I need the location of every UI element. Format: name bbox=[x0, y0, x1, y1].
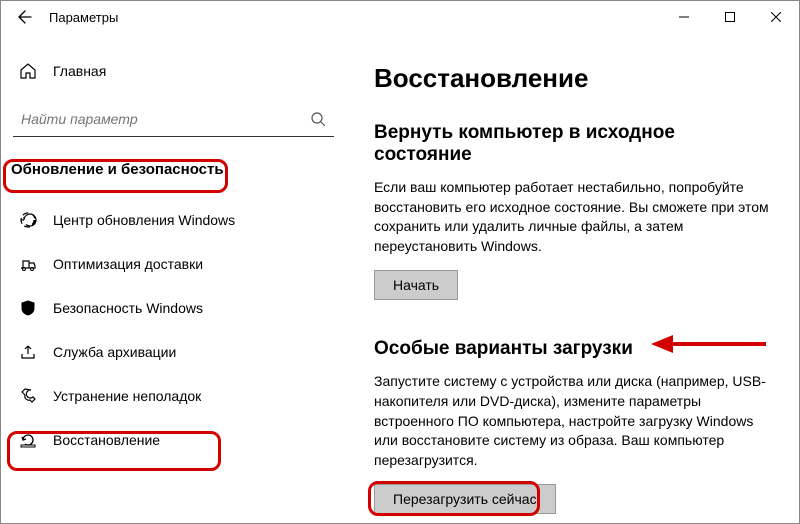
maximize-icon bbox=[725, 12, 735, 22]
sidebar-item-label: Устранение неполадок bbox=[53, 388, 201, 404]
main-panel: Восстановление Вернуть компьютер в исход… bbox=[346, 33, 799, 523]
shield-icon bbox=[19, 299, 37, 317]
window-title: Параметры bbox=[49, 10, 118, 25]
back-button[interactable] bbox=[13, 5, 37, 29]
sidebar-category[interactable]: Обновление и безопасность bbox=[1, 151, 346, 188]
sidebar-item-label: Восстановление bbox=[53, 432, 160, 448]
sidebar-home-label: Главная bbox=[53, 63, 106, 79]
sidebar-item-windows-update[interactable]: Центр обновления Windows bbox=[1, 198, 346, 242]
update-icon bbox=[19, 211, 37, 229]
minimize-button[interactable] bbox=[661, 1, 707, 33]
back-arrow-icon bbox=[17, 9, 33, 25]
section-advanced-body: Запустите систему с устройства или диска… bbox=[374, 372, 771, 470]
sidebar-home[interactable]: Главная bbox=[1, 51, 346, 91]
maximize-button[interactable] bbox=[707, 1, 753, 33]
sidebar-item-delivery-optimization[interactable]: Оптимизация доставки bbox=[1, 242, 346, 286]
page-title: Восстановление bbox=[374, 63, 771, 94]
titlebar: Параметры bbox=[1, 1, 799, 33]
section-reset-heading: Вернуть компьютер в исходное состояние bbox=[374, 122, 771, 166]
home-icon bbox=[19, 62, 37, 80]
window-controls bbox=[661, 1, 799, 33]
sidebar-item-backup[interactable]: Служба архивации bbox=[1, 330, 346, 374]
section-reset-body: Если ваш компьютер работает нестабильно,… bbox=[374, 178, 771, 256]
troubleshoot-icon bbox=[19, 387, 37, 405]
restart-now-button[interactable]: Перезагрузить сейчас bbox=[374, 484, 556, 514]
delivery-icon bbox=[19, 255, 37, 273]
sidebar-item-label: Оптимизация доставки bbox=[53, 256, 203, 272]
reset-start-button[interactable]: Начать bbox=[374, 270, 458, 300]
recovery-icon bbox=[19, 431, 37, 449]
sidebar-item-windows-security[interactable]: Безопасность Windows bbox=[1, 286, 346, 330]
sidebar-item-label: Центр обновления Windows bbox=[53, 212, 235, 228]
close-icon bbox=[771, 12, 781, 22]
close-button[interactable] bbox=[753, 1, 799, 33]
search-box[interactable] bbox=[13, 101, 334, 137]
sidebar-item-troubleshoot[interactable]: Устранение неполадок bbox=[1, 374, 346, 418]
sidebar-item-label: Служба архивации bbox=[53, 344, 176, 360]
minimize-icon bbox=[679, 12, 689, 22]
sidebar: Главная Обновление и безопасность Центр … bbox=[1, 33, 346, 523]
search-icon bbox=[310, 111, 326, 127]
section-advanced-heading: Особые варианты загрузки bbox=[374, 338, 771, 360]
sidebar-item-label: Безопасность Windows bbox=[53, 300, 203, 316]
backup-icon bbox=[19, 343, 37, 361]
search-input[interactable] bbox=[21, 111, 310, 127]
sidebar-item-recovery[interactable]: Восстановление bbox=[1, 418, 346, 462]
